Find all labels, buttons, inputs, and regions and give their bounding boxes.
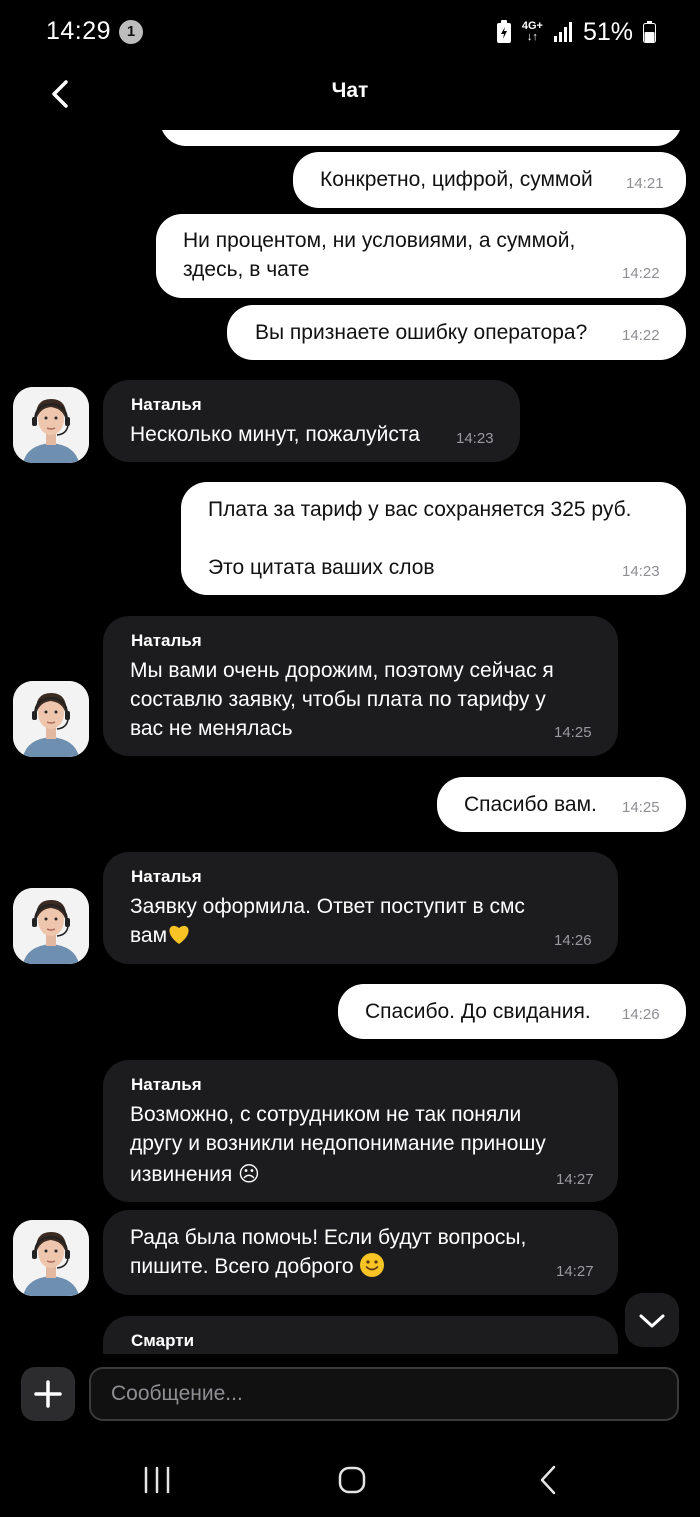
message-time: 14:23: [622, 563, 660, 580]
sender-name: Наталья: [131, 631, 202, 650]
sender-name: Смарти: [131, 1331, 195, 1350]
message-text-line-with-emoji: вам: [130, 921, 191, 950]
sender-name: Наталья: [131, 1075, 202, 1094]
sender-name: Наталья: [131, 867, 202, 886]
message-input[interactable]: [89, 1367, 679, 1421]
notification-count-badge: 1: [119, 20, 143, 44]
message-bubble-incoming[interactable]: Рада была помочь! Если будут вопросы, пи…: [103, 1210, 618, 1295]
message-time: 14:21: [626, 175, 664, 192]
avatar[interactable]: [13, 888, 89, 964]
message-text: Вы признаете ошибку оператора?: [255, 321, 588, 344]
battery-icon: [643, 21, 656, 43]
page-title: Чат: [331, 79, 369, 102]
battery-percent: 51%: [582, 17, 633, 46]
message-bubble-incoming[interactable]: Наталья Заявку оформила. Ответ поступит …: [103, 852, 618, 964]
message-text-line: Это цитата ваших слов: [208, 556, 435, 579]
message-time: 14:23: [456, 430, 494, 447]
message-text: Несколько минут, пожалуйста: [130, 423, 420, 446]
operator-avatar-icon: [13, 387, 89, 463]
message-composer: [0, 1354, 700, 1434]
message-time: 14:25: [622, 799, 660, 816]
attach-button[interactable]: [21, 1367, 75, 1421]
message-text-line: Заявку оформила. Ответ поступит в смс: [130, 895, 525, 918]
message-text-line: Возможно, с сотрудником не так поняли: [130, 1103, 522, 1126]
message-bubble-outgoing[interactable]: Плата за тариф у вас сохраняется 325 руб…: [181, 482, 686, 595]
message-time: 14:22: [622, 327, 660, 344]
message-time: 14:22: [622, 265, 660, 282]
message-text-line: составлю заявку, чтобы плата по тарифу у: [130, 688, 546, 711]
message-time: 14:27: [556, 1171, 594, 1188]
avatar[interactable]: [13, 387, 89, 463]
battery-saver-icon: [496, 20, 511, 43]
signal-strength-icon: [553, 22, 572, 42]
message-text: Спасибо. До свидания.: [365, 1000, 591, 1023]
message-time: 14:27: [556, 1263, 594, 1280]
back-icon: [540, 1465, 556, 1495]
plus-icon: [34, 1380, 62, 1408]
message-text-line: Ни процентом, ни условиями, а суммой,: [183, 229, 576, 252]
avatar[interactable]: [13, 1220, 89, 1296]
message-text-line: здесь, в чате: [183, 258, 310, 281]
message-text-line: Рада была помочь! Если будут вопросы,: [130, 1226, 527, 1249]
operator-avatar-icon: [13, 888, 89, 964]
message-bubble-outgoing-partial: [160, 130, 682, 146]
yellow-heart-icon: [169, 925, 189, 944]
recent-apps-button[interactable]: [137, 1460, 177, 1500]
avatar[interactable]: [13, 681, 89, 757]
message-text-line: извинения ☹: [130, 1163, 260, 1186]
smiling-face-icon: [360, 1253, 385, 1277]
message-text-line: вам: [130, 924, 168, 947]
message-time: 14:26: [554, 932, 592, 949]
status-bar: 14:29 1 4G+ ↓↑ 51%: [0, 0, 700, 64]
message-bubble-incoming-partial[interactable]: Смарти: [103, 1316, 618, 1354]
message-text-line: другу и возникли недопонимание приношу: [130, 1132, 546, 1155]
message-bubble-incoming[interactable]: Наталья Несколько минут, пожалуйста 14:2…: [103, 380, 520, 462]
recent-apps-icon: [144, 1466, 170, 1494]
message-text-line: Плата за тариф у вас сохраняется 325 руб…: [208, 498, 632, 521]
operator-avatar-icon: [13, 1220, 89, 1296]
message-time: 14:25: [554, 724, 592, 741]
message-text-line-with-emoji: пишите. Всего доброго: [130, 1252, 385, 1281]
message-text: Конкретно, цифрой, суммой: [320, 168, 593, 191]
message-bubble-outgoing[interactable]: Вы признаете ошибку оператора? 14:22: [227, 305, 686, 360]
scroll-to-bottom-button[interactable]: [625, 1293, 679, 1347]
chevron-down-icon: [639, 1314, 665, 1328]
sender-name: Наталья: [131, 395, 202, 414]
message-bubble-outgoing[interactable]: Спасибо вам. 14:25: [437, 777, 686, 832]
system-back-button[interactable]: [529, 1460, 569, 1500]
network-activity-arrows: ↓↑: [526, 31, 538, 43]
message-bubble-incoming[interactable]: Наталья Возможно, с сотрудником не так п…: [103, 1060, 618, 1202]
message-text-line: Мы вами очень дорожим, поэтому сейчас я: [130, 659, 554, 682]
message-bubble-incoming[interactable]: Наталья Мы вами очень дорожим, поэтому с…: [103, 616, 618, 756]
message-text-line: вас не менялась: [130, 717, 293, 740]
message-bubble-outgoing[interactable]: Конкретно, цифрой, суммой 14:21: [293, 152, 686, 208]
home-button[interactable]: [332, 1460, 372, 1500]
home-icon: [338, 1466, 366, 1494]
message-text-line: пишите. Всего доброго: [130, 1255, 354, 1278]
chat-header: Чат: [0, 64, 700, 120]
message-bubble-outgoing[interactable]: Ни процентом, ни условиями, а суммой, зд…: [156, 214, 686, 298]
status-time: 14:29: [46, 17, 112, 45]
status-right-group: 4G+ ↓↑ 51%: [496, 18, 656, 46]
operator-avatar-icon: [13, 681, 89, 757]
network-type-indicator: 4G+ ↓↑: [522, 21, 543, 43]
system-navigation-bar: [0, 1434, 700, 1517]
message-bubble-outgoing[interactable]: Спасибо. До свидания. 14:26: [338, 984, 686, 1039]
message-time: 14:26: [622, 1006, 660, 1023]
message-text: Спасибо вам.: [464, 793, 597, 816]
message-list[interactable]: Конкретно, цифрой, суммой 14:21 Ни проце…: [0, 130, 700, 1354]
